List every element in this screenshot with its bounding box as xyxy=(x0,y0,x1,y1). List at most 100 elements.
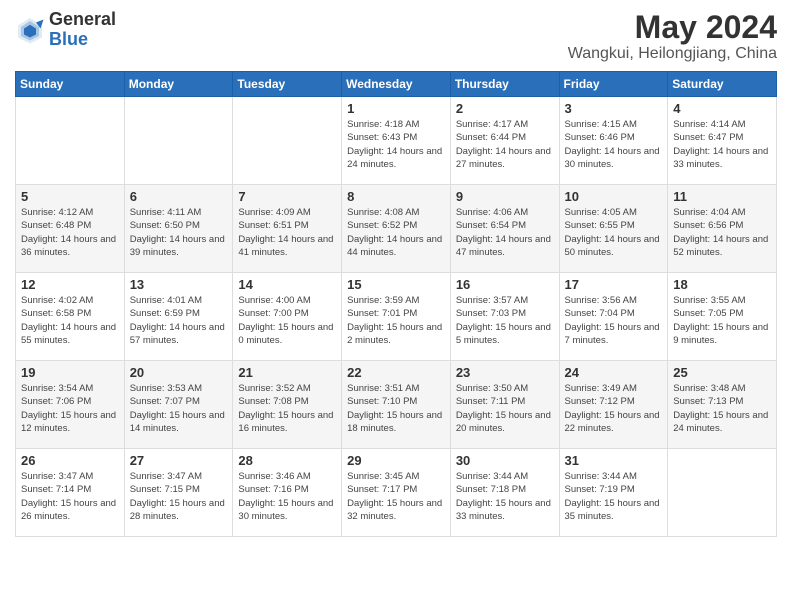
day-info: Sunrise: 4:18 AM Sunset: 6:43 PM Dayligh… xyxy=(347,118,445,171)
day-number: 5 xyxy=(21,189,119,204)
cell-3-2: 13 Sunrise: 4:01 AM Sunset: 6:59 PM Dayli… xyxy=(124,273,233,361)
cell-2-2: 6 Sunrise: 4:11 AM Sunset: 6:50 PM Daylig… xyxy=(124,185,233,273)
calendar: Sunday Monday Tuesday Wednesday Thursday… xyxy=(15,71,777,537)
day-number: 25 xyxy=(673,365,771,380)
title-block: May 2024 Wangkui, Heilongjiang, China xyxy=(568,10,777,63)
day-number: 4 xyxy=(673,101,771,116)
day-info: Sunrise: 4:01 AM Sunset: 6:59 PM Dayligh… xyxy=(130,294,228,347)
cell-1-4: 1 Sunrise: 4:18 AM Sunset: 6:43 PM Daylig… xyxy=(342,97,451,185)
logo-blue: Blue xyxy=(49,29,88,49)
cell-4-3: 21Sunrise: 3:52 AM Sunset: 7:08 PM Dayli… xyxy=(233,361,342,449)
col-friday: Friday xyxy=(559,72,668,97)
day-number: 22 xyxy=(347,365,445,380)
day-info: Sunrise: 4:08 AM Sunset: 6:52 PM Dayligh… xyxy=(347,206,445,259)
cell-3-7: 18 Sunrise: 3:55 AM Sunset: 7:05 PM Dayli… xyxy=(668,273,777,361)
cell-5-1: 26 Sunrise: 3:47 AM Sunset: 7:14 PM Dayli… xyxy=(16,449,125,537)
day-number: 15 xyxy=(347,277,445,292)
day-number: 10 xyxy=(565,189,663,204)
logo: General Blue xyxy=(15,10,116,50)
day-info: Sunrise: 4:12 AM Sunset: 6:48 PM Dayligh… xyxy=(21,206,119,259)
col-sunday: Sunday xyxy=(16,72,125,97)
day-number: 11 xyxy=(673,189,771,204)
cell-4-6: 24 Sunrise: 3:49 AM Sunset: 7:12 PM Dayli… xyxy=(559,361,668,449)
day-number: 7 xyxy=(238,189,336,204)
day-info: Sunrise: 3:56 AM Sunset: 7:04 PM Dayligh… xyxy=(565,294,663,347)
week-row-5: 26 Sunrise: 3:47 AM Sunset: 7:14 PM Dayli… xyxy=(16,449,777,537)
day-number: 13 xyxy=(130,277,228,292)
col-wednesday: Wednesday xyxy=(342,72,451,97)
cell-3-3: 14Sunrise: 4:00 AM Sunset: 7:00 PM Dayli… xyxy=(233,273,342,361)
col-tuesday: Tuesday xyxy=(233,72,342,97)
day-info: Sunrise: 3:47 AM Sunset: 7:15 PM Dayligh… xyxy=(130,470,228,523)
week-row-4: 19Sunrise: 3:54 AM Sunset: 7:06 PM Dayli… xyxy=(16,361,777,449)
cell-4-2: 20 Sunrise: 3:53 AM Sunset: 7:07 PM Dayli… xyxy=(124,361,233,449)
day-info: Sunrise: 4:00 AM Sunset: 7:00 PM Dayligh… xyxy=(238,294,336,347)
cell-3-4: 15Sunrise: 3:59 AM Sunset: 7:01 PM Dayli… xyxy=(342,273,451,361)
day-info: Sunrise: 3:45 AM Sunset: 7:17 PM Dayligh… xyxy=(347,470,445,523)
cell-5-5: 30 Sunrise: 3:44 AM Sunset: 7:18 PM Dayli… xyxy=(450,449,559,537)
cell-3-5: 16 Sunrise: 3:57 AM Sunset: 7:03 PM Dayli… xyxy=(450,273,559,361)
cell-5-3: 28 Sunrise: 3:46 AM Sunset: 7:16 PM Dayli… xyxy=(233,449,342,537)
day-info: Sunrise: 4:17 AM Sunset: 6:44 PM Dayligh… xyxy=(456,118,554,171)
cell-5-2: 27Sunrise: 3:47 AM Sunset: 7:15 PM Dayli… xyxy=(124,449,233,537)
day-info: Sunrise: 3:57 AM Sunset: 7:03 PM Dayligh… xyxy=(456,294,554,347)
day-info: Sunrise: 3:44 AM Sunset: 7:19 PM Dayligh… xyxy=(565,470,663,523)
day-info: Sunrise: 3:51 AM Sunset: 7:10 PM Dayligh… xyxy=(347,382,445,435)
cell-2-1: 5 Sunrise: 4:12 AM Sunset: 6:48 PM Daylig… xyxy=(16,185,125,273)
day-number: 16 xyxy=(456,277,554,292)
day-info: Sunrise: 3:53 AM Sunset: 7:07 PM Dayligh… xyxy=(130,382,228,435)
cell-4-4: 22 Sunrise: 3:51 AM Sunset: 7:10 PM Dayli… xyxy=(342,361,451,449)
cell-4-1: 19Sunrise: 3:54 AM Sunset: 7:06 PM Dayli… xyxy=(16,361,125,449)
cell-1-3 xyxy=(233,97,342,185)
day-info: Sunrise: 4:09 AM Sunset: 6:51 PM Dayligh… xyxy=(238,206,336,259)
day-number: 17 xyxy=(565,277,663,292)
day-number: 20 xyxy=(130,365,228,380)
day-number: 19 xyxy=(21,365,119,380)
cell-1-2 xyxy=(124,97,233,185)
header-row: Sunday Monday Tuesday Wednesday Thursday… xyxy=(16,72,777,97)
day-number: 23 xyxy=(456,365,554,380)
day-number: 9 xyxy=(456,189,554,204)
day-number: 8 xyxy=(347,189,445,204)
col-monday: Monday xyxy=(124,72,233,97)
day-number: 31 xyxy=(565,453,663,468)
day-info: Sunrise: 3:44 AM Sunset: 7:18 PM Dayligh… xyxy=(456,470,554,523)
day-info: Sunrise: 4:06 AM Sunset: 6:54 PM Dayligh… xyxy=(456,206,554,259)
day-info: Sunrise: 3:46 AM Sunset: 7:16 PM Dayligh… xyxy=(238,470,336,523)
cell-1-7: 4 Sunrise: 4:14 AM Sunset: 6:47 PM Daylig… xyxy=(668,97,777,185)
page: General Blue May 2024 Wangkui, Heilongji… xyxy=(0,0,792,612)
day-info: Sunrise: 3:55 AM Sunset: 7:05 PM Dayligh… xyxy=(673,294,771,347)
cell-5-7 xyxy=(668,449,777,537)
cell-3-6: 17 Sunrise: 3:56 AM Sunset: 7:04 PM Dayli… xyxy=(559,273,668,361)
day-number: 26 xyxy=(21,453,119,468)
week-row-3: 12 Sunrise: 4:02 AM Sunset: 6:58 PM Dayli… xyxy=(16,273,777,361)
day-number: 6 xyxy=(130,189,228,204)
day-info: Sunrise: 3:50 AM Sunset: 7:11 PM Dayligh… xyxy=(456,382,554,435)
week-row-2: 5 Sunrise: 4:12 AM Sunset: 6:48 PM Daylig… xyxy=(16,185,777,273)
day-number: 30 xyxy=(456,453,554,468)
day-info: Sunrise: 4:02 AM Sunset: 6:58 PM Dayligh… xyxy=(21,294,119,347)
location-subtitle: Wangkui, Heilongjiang, China xyxy=(568,45,777,63)
day-info: Sunrise: 3:49 AM Sunset: 7:12 PM Dayligh… xyxy=(565,382,663,435)
day-number: 18 xyxy=(673,277,771,292)
day-number: 12 xyxy=(21,277,119,292)
day-info: Sunrise: 4:15 AM Sunset: 6:46 PM Dayligh… xyxy=(565,118,663,171)
cell-2-5: 9 Sunrise: 4:06 AM Sunset: 6:54 PM Daylig… xyxy=(450,185,559,273)
cell-2-4: 8 Sunrise: 4:08 AM Sunset: 6:52 PM Daylig… xyxy=(342,185,451,273)
cell-1-1 xyxy=(16,97,125,185)
day-info: Sunrise: 3:48 AM Sunset: 7:13 PM Dayligh… xyxy=(673,382,771,435)
col-thursday: Thursday xyxy=(450,72,559,97)
day-info: Sunrise: 4:14 AM Sunset: 6:47 PM Dayligh… xyxy=(673,118,771,171)
day-number: 24 xyxy=(565,365,663,380)
cell-1-6: 3 Sunrise: 4:15 AM Sunset: 6:46 PM Daylig… xyxy=(559,97,668,185)
logo-general: General xyxy=(49,9,116,29)
day-info: Sunrise: 4:11 AM Sunset: 6:50 PM Dayligh… xyxy=(130,206,228,259)
cell-2-3: 7 Sunrise: 4:09 AM Sunset: 6:51 PM Daylig… xyxy=(233,185,342,273)
day-info: Sunrise: 3:47 AM Sunset: 7:14 PM Dayligh… xyxy=(21,470,119,523)
cell-5-4: 29Sunrise: 3:45 AM Sunset: 7:17 PM Dayli… xyxy=(342,449,451,537)
cell-4-5: 23 Sunrise: 3:50 AM Sunset: 7:11 PM Dayli… xyxy=(450,361,559,449)
day-number: 1 xyxy=(347,101,445,116)
day-number: 3 xyxy=(565,101,663,116)
week-row-1: 1 Sunrise: 4:18 AM Sunset: 6:43 PM Daylig… xyxy=(16,97,777,185)
day-number: 28 xyxy=(238,453,336,468)
